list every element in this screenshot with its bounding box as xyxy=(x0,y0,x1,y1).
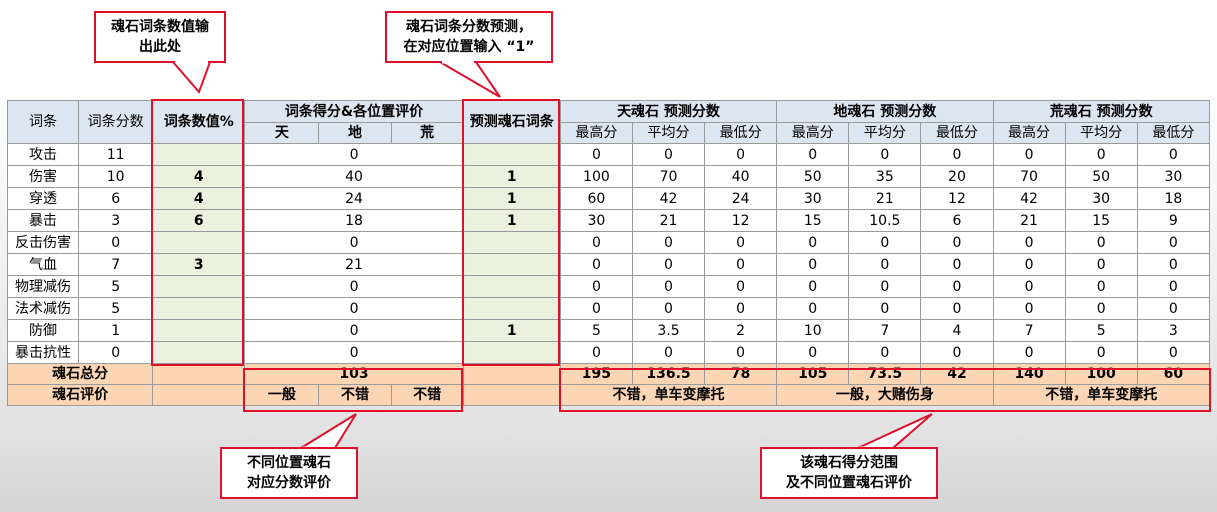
callout-pointer xyxy=(297,413,933,450)
callout-score-range: 该魂石得分范围 及不同位置魂石评价 xyxy=(760,447,938,499)
callout-position-eval: 不同位置魂石 对应分数评价 xyxy=(220,447,358,499)
callout-line: 对应分数评价 xyxy=(247,475,331,491)
callout-line: 不同位置魂石 xyxy=(247,455,331,471)
callout-line: 及不同位置魂石评价 xyxy=(786,475,912,491)
callout-line: 该魂石得分范围 xyxy=(800,455,898,471)
